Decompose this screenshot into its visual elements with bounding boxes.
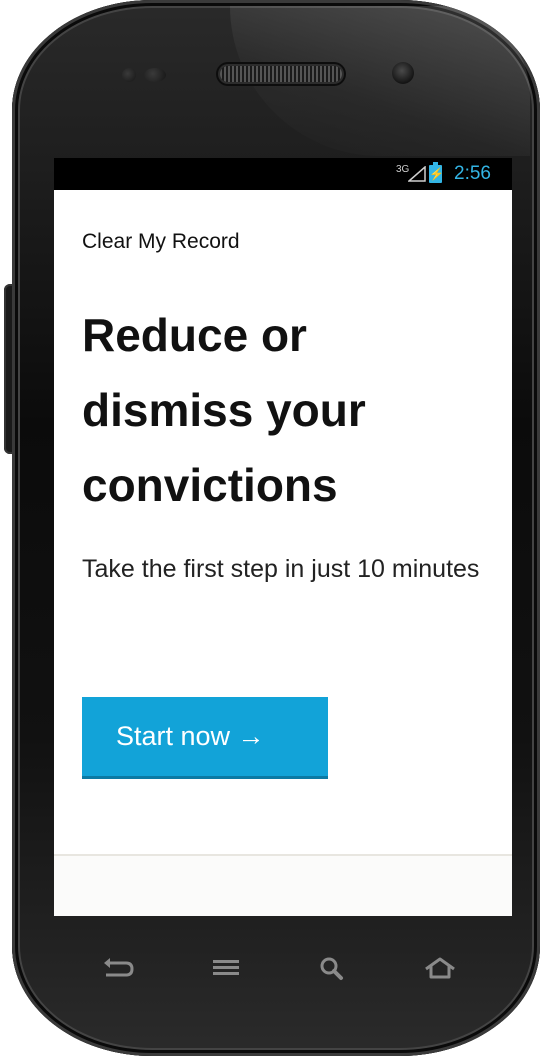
battery-charging-icon: ⚡ [429,162,444,183]
home-icon[interactable] [418,948,462,988]
app-title: Clear My Record [82,230,240,253]
earpiece-speaker [220,66,342,82]
navigation-bar [70,940,480,1000]
phone-screen: 3G ⚡ 2:56 Clear My Record Reduce or dism… [54,158,512,916]
search-icon[interactable] [310,948,354,988]
page-subtext: Take the first step in just 10 minutes [82,555,480,583]
menu-icon[interactable] [204,948,248,988]
footer-area [54,856,512,916]
charging-bolt-icon: ⚡ [429,167,444,181]
status-time: 2:56 [454,163,491,184]
status-bar: 3G ⚡ 2:56 [54,158,512,190]
start-now-button[interactable]: Start now → [82,697,328,776]
front-camera [392,62,414,84]
signal-icon [408,166,426,182]
light-sensor [144,68,166,82]
page-headline: Reduce or dismiss your convictions [82,309,366,511]
proximity-sensor [122,68,136,82]
app-content: Clear My Record Reduce or dismiss your c… [54,190,512,916]
phone-device-frame: 3G ⚡ 2:56 Clear My Record Reduce or dism… [0,0,541,1056]
back-icon[interactable] [96,948,140,988]
